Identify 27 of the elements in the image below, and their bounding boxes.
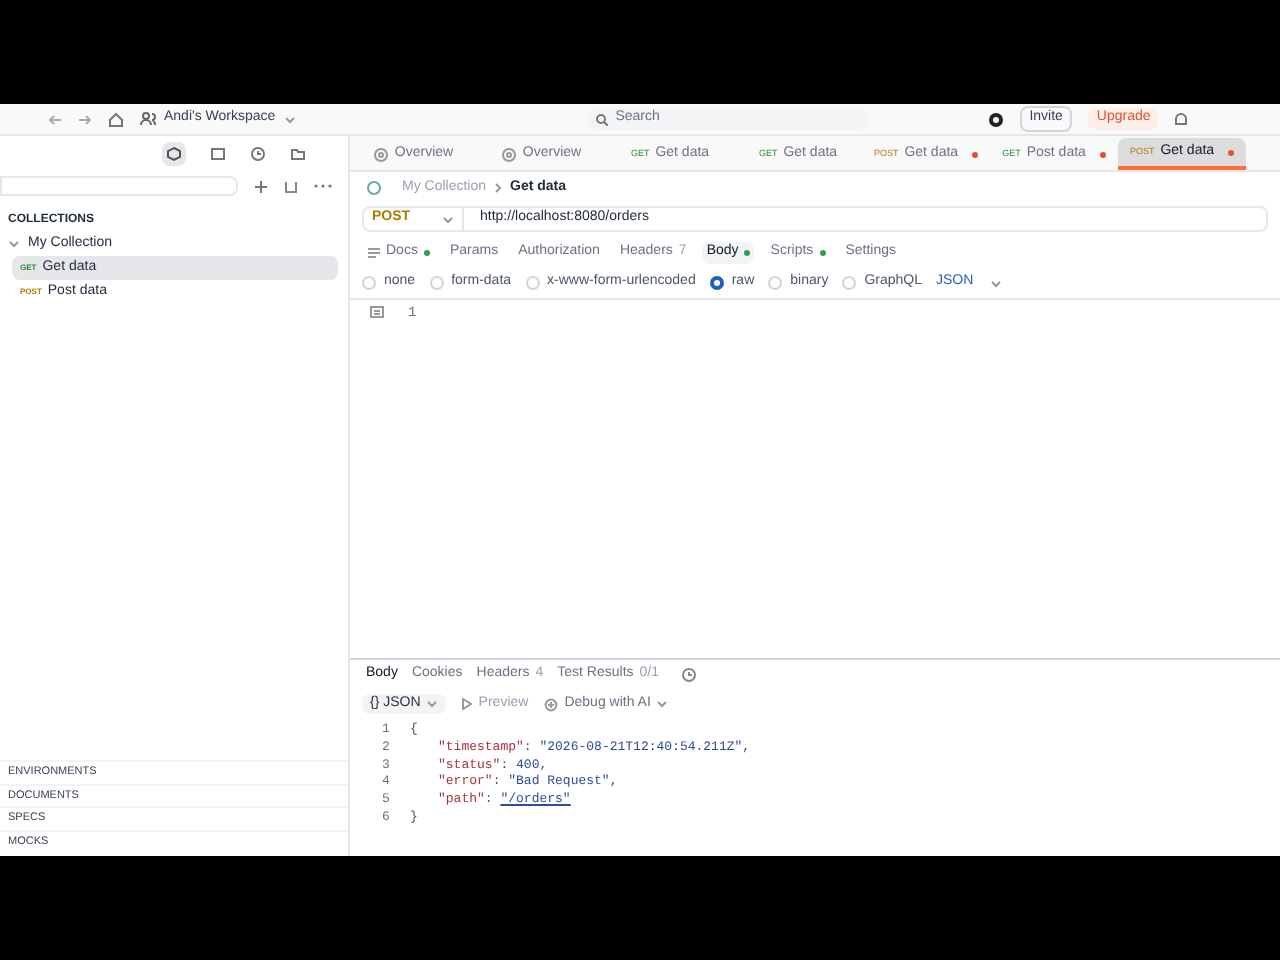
- people-icon: [140, 112, 156, 126]
- plus-icon[interactable]: [254, 179, 268, 193]
- docs-icon: [368, 247, 380, 257]
- caret-icon: [656, 700, 669, 708]
- caret-icon: [426, 700, 439, 708]
- bell-icon[interactable]: [1174, 111, 1189, 127]
- history-icon[interactable]: [250, 146, 266, 162]
- overview-icon: [502, 147, 517, 161]
- chevron-icon: [494, 182, 503, 194]
- radio-button[interactable]: [709, 276, 724, 290]
- play-icon: [462, 698, 473, 710]
- caret-icon: [283, 115, 296, 123]
- forward-arrow-icon[interactable]: [78, 113, 92, 125]
- request-icon: [366, 180, 382, 196]
- search-icon: [595, 113, 608, 125]
- folder-icon[interactable]: [290, 146, 306, 162]
- chevron-down-icon: [8, 240, 20, 248]
- caret-icon: [989, 279, 1002, 287]
- back-arrow-icon[interactable]: [48, 113, 62, 125]
- cube-icon[interactable]: [162, 142, 186, 166]
- monitor-icon[interactable]: [210, 146, 226, 162]
- sync-icon[interactable]: [987, 111, 1004, 127]
- home-icon[interactable]: [108, 111, 124, 127]
- filter-field[interactable]: [0, 176, 238, 196]
- overview-icon: [374, 147, 389, 161]
- comment-icon[interactable]: [370, 306, 384, 318]
- history-icon[interactable]: [681, 668, 695, 682]
